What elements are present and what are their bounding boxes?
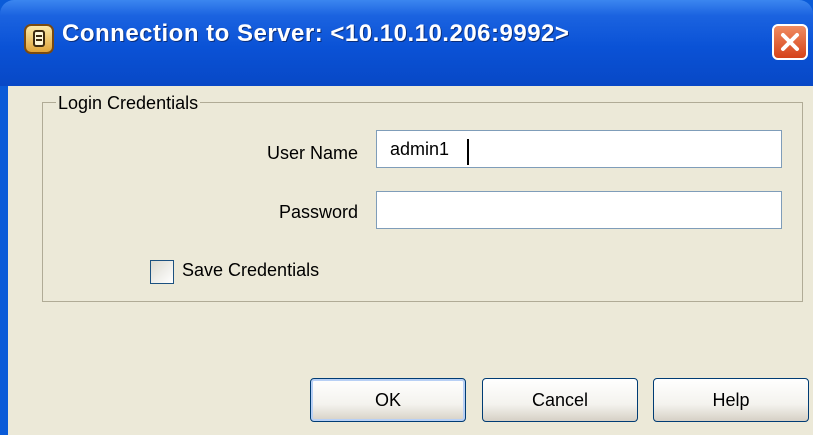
close-icon	[781, 33, 799, 51]
ok-button[interactable]: OK	[310, 378, 466, 422]
title-bar[interactable]: Connection to Server: <10.10.10.206:9992…	[0, 0, 813, 86]
help-button[interactable]: Help	[653, 378, 809, 422]
save-credentials-label[interactable]: Save Credentials	[182, 260, 319, 281]
password-label: Password	[278, 202, 358, 222]
close-button[interactable]	[772, 24, 808, 60]
text-caret	[467, 139, 469, 165]
username-label: User Name	[266, 143, 358, 163]
save-credentials-checkbox[interactable]	[150, 260, 174, 284]
group-label: Login Credentials	[56, 93, 201, 114]
cancel-button[interactable]: Cancel	[482, 378, 638, 422]
server-connection-icon	[24, 24, 54, 54]
window-title: Connection to Server: <10.10.10.206:9992…	[62, 20, 570, 47]
password-input[interactable]	[376, 191, 782, 229]
username-input[interactable]	[376, 130, 782, 168]
connection-dialog: Connection to Server: <10.10.10.206:9992…	[0, 0, 813, 435]
dialog-body: Login Credentials User Name Password Sav…	[8, 86, 813, 435]
